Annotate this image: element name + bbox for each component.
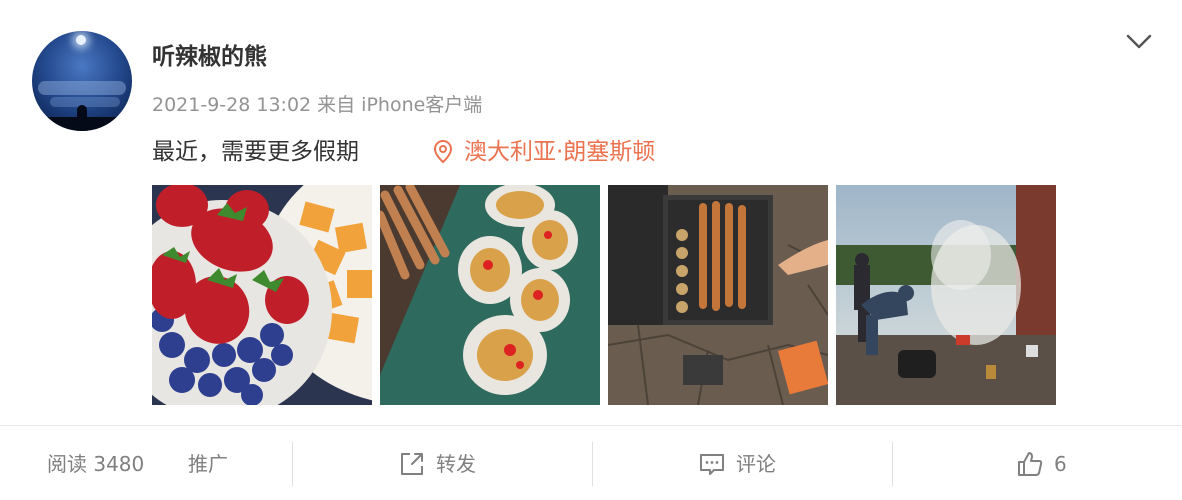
chevron-down-icon[interactable] [1124, 30, 1154, 54]
post-text: 最近，需要更多假期 [152, 139, 359, 165]
like-count: 6 [1054, 452, 1067, 476]
comment-icon [700, 454, 724, 475]
divider [592, 442, 593, 486]
location-pin-icon [433, 139, 453, 164]
photo-thumbnail-4[interactable] [836, 185, 1056, 405]
location-link[interactable]: 澳大利亚·朗塞斯顿 [432, 136, 655, 168]
comment-label: 评论 [736, 452, 776, 476]
location-label: 澳大利亚·朗塞斯顿 [464, 139, 656, 165]
promote-button[interactable]: 推广 [188, 450, 228, 478]
like-button[interactable]: 6 [1016, 450, 1067, 478]
username[interactable]: 听辣椒的熊 [152, 42, 267, 72]
post-timestamp[interactable]: 2021-9-28 13:02 [152, 94, 311, 116]
post-source: 来自 iPhone客户端 [317, 94, 483, 116]
avatar-moon [76, 35, 86, 45]
repost-button[interactable]: 转发 [398, 450, 476, 478]
photo-thumbnail-1[interactable] [152, 185, 372, 405]
post-meta: 2021-9-28 13:02 来自 iPhone客户端 [152, 92, 488, 118]
share-icon [401, 453, 423, 475]
comment-button[interactable]: 评论 [698, 450, 776, 478]
avatar[interactable] [32, 31, 132, 131]
read-count: 阅读 3480 [47, 452, 145, 476]
avatar-silhouette [77, 105, 87, 121]
post-action-bar: 阅读 3480 推广 转发 评论 6 [0, 426, 1182, 500]
repost-label: 转发 [436, 452, 476, 476]
photo-thumbnail-2[interactable] [380, 185, 600, 405]
divider [292, 442, 293, 486]
thumbs-up-icon [1018, 452, 1043, 476]
weibo-post-card: 听辣椒的熊 2021-9-28 13:02 来自 iPhone客户端 最近，需要更… [0, 0, 1182, 425]
avatar-cloud [38, 81, 126, 95]
divider [892, 442, 893, 486]
photo-thumbnail-3[interactable] [608, 185, 828, 405]
